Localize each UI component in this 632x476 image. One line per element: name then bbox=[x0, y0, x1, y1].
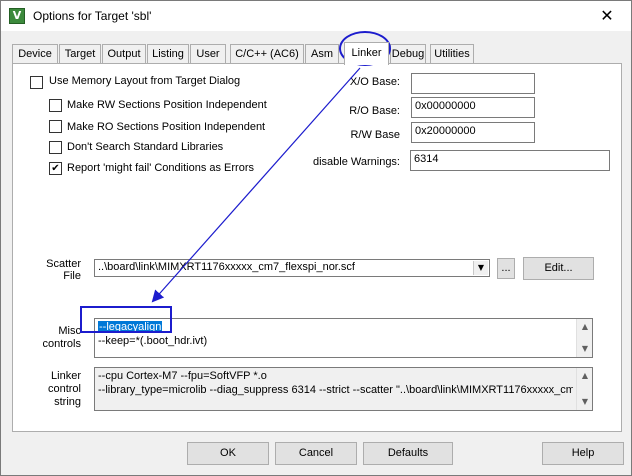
browse-scatter-button[interactable]: ... bbox=[497, 258, 515, 279]
rw-position-independent-label: Make RW Sections Position Independent bbox=[67, 99, 267, 111]
scroll-up-icon[interactable]: ▲ bbox=[577, 319, 592, 335]
scroll-up-icon[interactable]: ▲ bbox=[577, 368, 592, 384]
misc-label-line1: Misc bbox=[58, 325, 81, 337]
tab-c-cpp[interactable]: C/C++ (AC6) bbox=[230, 44, 304, 64]
options-dialog: V Options for Target 'sbl' ✕ Device Targ… bbox=[0, 0, 632, 476]
tab-utilities[interactable]: Utilities bbox=[430, 44, 474, 64]
scatter-file-combo[interactable]: ..\board\link\MIMXRT1176xxxxx_cm7_flexsp… bbox=[94, 259, 490, 277]
scroll-down-icon[interactable]: ▼ bbox=[577, 341, 592, 357]
linker-string-line-2: --library_type=microlib --diag_suppress … bbox=[98, 384, 573, 396]
cancel-button[interactable]: Cancel bbox=[275, 442, 357, 465]
chevron-down-icon[interactable]: ▼ bbox=[473, 261, 488, 275]
keil-app-icon: V bbox=[9, 8, 25, 24]
scatter-file-value: ..\board\link\MIMXRT1176xxxxx_cm7_flexsp… bbox=[98, 261, 355, 273]
xo-base-field[interactable] bbox=[411, 73, 535, 94]
misc-annotation-box bbox=[80, 306, 172, 333]
scroll-down-icon[interactable]: ▼ bbox=[577, 394, 592, 410]
tab-output[interactable]: Output bbox=[102, 44, 146, 64]
disable-warnings-field[interactable]: 6314 bbox=[410, 150, 610, 171]
rw-base-label: R/W Base bbox=[350, 129, 400, 141]
ok-button[interactable]: OK bbox=[187, 442, 269, 465]
tab-target[interactable]: Target bbox=[59, 44, 101, 64]
dialog-title: Options for Target 'sbl' bbox=[33, 9, 152, 23]
scatter-label-line2: File bbox=[63, 270, 81, 282]
linker-string-label-line3: string bbox=[54, 396, 81, 408]
rw-base-field[interactable]: 0x20000000 bbox=[411, 122, 535, 143]
disable-warnings-label: disable Warnings: bbox=[312, 156, 400, 168]
linker-string-scrollbar[interactable]: ▲ ▼ bbox=[576, 368, 592, 410]
linker-control-string-textarea[interactable]: --cpu Cortex-M7 --fpu=SoftVFP *.o --libr… bbox=[94, 367, 593, 411]
tab-user[interactable]: User bbox=[190, 44, 226, 64]
rw-position-independent-checkbox[interactable] bbox=[49, 99, 62, 112]
dont-search-libraries-label: Don't Search Standard Libraries bbox=[67, 141, 224, 153]
misc-line-2: --keep=*(.boot_hdr.ivt) bbox=[98, 335, 208, 347]
defaults-button[interactable]: Defaults bbox=[363, 442, 453, 465]
ro-base-label: R/O Base: bbox=[349, 105, 400, 117]
linker-string-label-line1: Linker bbox=[51, 370, 81, 382]
scatter-label-line1: Scatter bbox=[46, 258, 81, 270]
report-might-fail-label: Report 'might fail' Conditions as Errors bbox=[67, 162, 254, 174]
ro-position-independent-checkbox[interactable] bbox=[49, 120, 62, 133]
linker-panel: Use Memory Layout from Target Dialog Mak… bbox=[12, 63, 622, 432]
title-bar[interactable]: V Options for Target 'sbl' ✕ bbox=[1, 1, 631, 31]
report-might-fail-checkbox[interactable]: ✔ bbox=[49, 162, 62, 175]
linker-string-label-line2: control bbox=[47, 383, 81, 395]
use-memory-layout-checkbox[interactable] bbox=[30, 76, 43, 89]
help-button[interactable]: Help bbox=[542, 442, 624, 465]
tab-linker[interactable]: Linker bbox=[344, 42, 389, 65]
misc-label-line2: controls bbox=[42, 338, 81, 350]
ro-base-field[interactable]: 0x00000000 bbox=[411, 97, 535, 118]
tab-asm[interactable]: Asm bbox=[305, 44, 339, 64]
xo-base-label: X/O Base: bbox=[349, 76, 400, 88]
misc-scrollbar[interactable]: ▲ ▼ bbox=[576, 319, 592, 357]
ro-position-independent-label: Make RO Sections Position Independent bbox=[67, 121, 266, 133]
tab-listing[interactable]: Listing bbox=[147, 44, 189, 64]
use-memory-layout-label: Use Memory Layout from Target Dialog bbox=[49, 75, 241, 87]
linker-string-line-1: --cpu Cortex-M7 --fpu=SoftVFP *.o bbox=[98, 370, 267, 382]
edit-scatter-button[interactable]: Edit... bbox=[523, 257, 594, 280]
dont-search-libraries-checkbox[interactable] bbox=[49, 141, 62, 154]
close-button[interactable]: ✕ bbox=[585, 1, 629, 30]
tab-debug[interactable]: Debug bbox=[390, 44, 426, 64]
tab-device[interactable]: Device bbox=[12, 44, 58, 64]
